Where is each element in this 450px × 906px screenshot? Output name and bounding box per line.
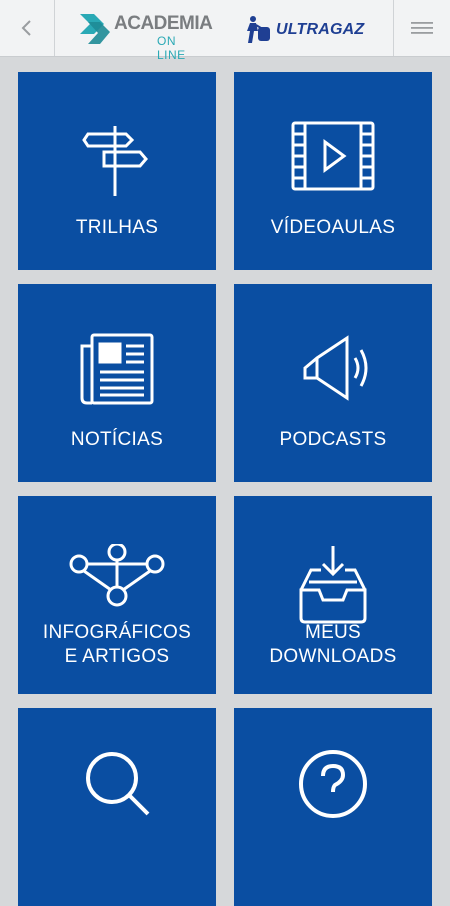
- tile-podcasts[interactable]: PODCASTS: [234, 284, 432, 482]
- tile-label: TRILHAS: [75, 217, 159, 238]
- film-play-icon: [234, 120, 432, 199]
- speaker-icon: [234, 332, 432, 409]
- tile-search[interactable]: [18, 708, 216, 906]
- signpost-icon: [18, 120, 216, 205]
- tile-help[interactable]: [234, 708, 432, 906]
- tile-label-line1: MEUS: [304, 622, 362, 643]
- top-bar: ACADEMIA ON LINE ULTRAGAZ: [0, 0, 450, 62]
- hamburger-icon: [411, 22, 433, 34]
- tile-label-line1: INFOGRÁFICOS: [42, 622, 192, 643]
- academia-title: ACADEMIA: [114, 13, 213, 34]
- tile-noticias[interactable]: NOTÍCIAS: [18, 284, 216, 482]
- tile-infograficos[interactable]: INFOGRÁFICOS E ARTIGOS: [18, 496, 216, 694]
- academia-subtitle: ON LINE: [157, 34, 186, 62]
- tile-label-line2: E ARTIGOS: [64, 646, 170, 667]
- tile-label-line2: DOWNLOADS: [269, 646, 397, 667]
- tile-trilhas[interactable]: TRILHAS: [18, 72, 216, 270]
- ultragaz-logo: ULTRAGAZ: [244, 15, 374, 45]
- academia-arrows-icon: [80, 14, 110, 44]
- tile-label: VÍDEOAULAS: [270, 217, 396, 238]
- network-nodes-icon: [18, 542, 216, 613]
- menu-button[interactable]: [393, 0, 450, 56]
- tile-label: NOTÍCIAS: [70, 429, 164, 450]
- chevron-left-icon: [21, 20, 31, 36]
- help-question-icon: [234, 748, 432, 825]
- tile-label: PODCASTS: [279, 429, 387, 450]
- download-tray-icon: [234, 544, 432, 631]
- gas-carrier-icon: [247, 16, 270, 43]
- academia-logo: ACADEMIA ON LINE: [78, 10, 213, 62]
- search-icon: [18, 748, 216, 823]
- back-button[interactable]: [0, 0, 55, 56]
- newspaper-icon: [18, 332, 216, 413]
- tile-videoaulas[interactable]: VÍDEOAULAS: [234, 72, 432, 270]
- tile-downloads[interactable]: MEUS DOWNLOADS: [234, 496, 432, 694]
- brand-name: ULTRAGAZ: [276, 21, 365, 38]
